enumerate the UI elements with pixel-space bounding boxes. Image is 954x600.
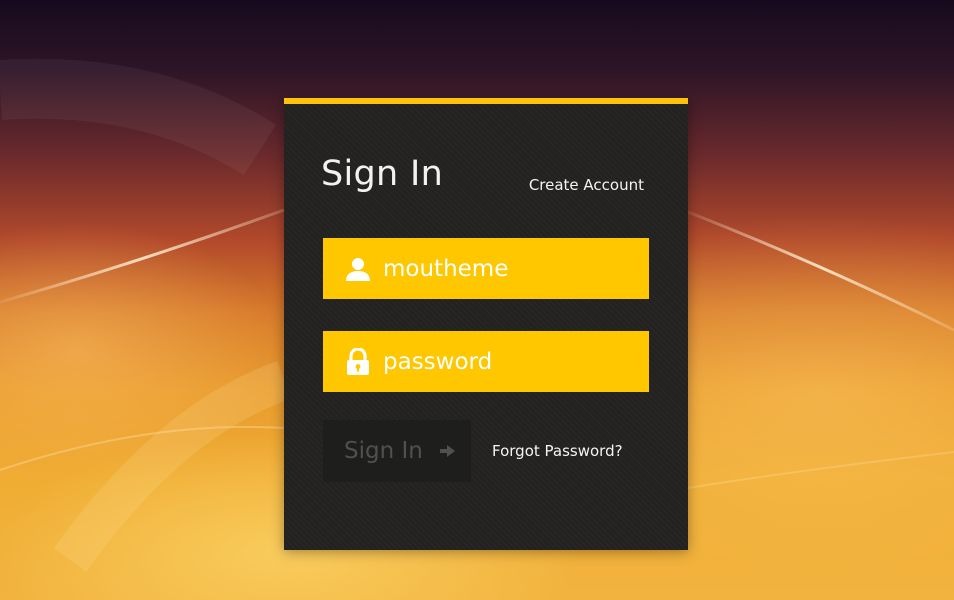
- signin-button[interactable]: Sign In: [323, 420, 471, 482]
- create-account-link[interactable]: Create Account: [529, 176, 644, 194]
- signin-title: Sign In: [321, 154, 444, 194]
- password-field[interactable]: [323, 331, 649, 392]
- username-field[interactable]: [323, 238, 649, 299]
- login-card: Sign In Create Account Sign In: [284, 98, 688, 550]
- arrow-right-icon: [439, 445, 455, 457]
- forgot-password-link[interactable]: Forgot Password?: [492, 442, 623, 460]
- signin-button-label: Sign In: [344, 438, 423, 464]
- password-input[interactable]: [383, 348, 633, 375]
- username-input[interactable]: [383, 255, 633, 282]
- lock-icon: [343, 347, 373, 377]
- user-icon: [343, 254, 373, 284]
